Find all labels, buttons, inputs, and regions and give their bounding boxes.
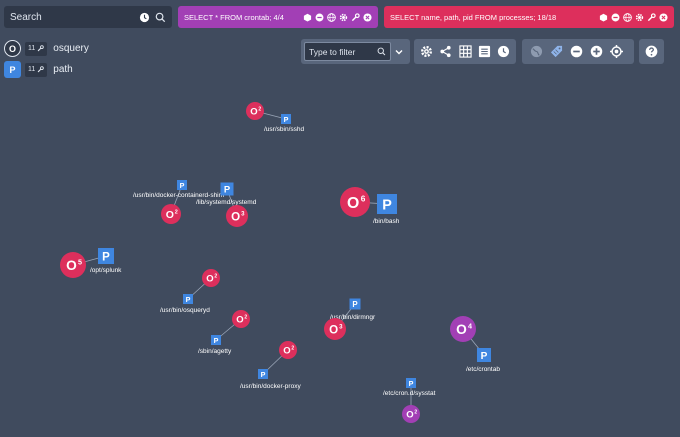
node-count: 6	[361, 193, 366, 203]
node-label: /etc/crontab	[466, 366, 500, 373]
osquery-node[interactable]: O2	[279, 341, 297, 359]
node-letter: P	[382, 198, 392, 214]
node-count: 2	[244, 315, 247, 321]
node-letter: P	[102, 251, 110, 263]
osquery-node[interactable]: O3	[324, 318, 346, 340]
node-letter: P	[261, 370, 266, 379]
node-letter: P	[352, 300, 357, 309]
node-letter: O	[347, 195, 359, 212]
osquery-node[interactable]: O2	[402, 405, 420, 423]
path-node[interactable]: P/sbin/agetty	[198, 335, 232, 355]
path-node[interactable]: P/usr/bin/docker-proxy	[240, 369, 301, 390]
osquery-node[interactable]: O5	[60, 252, 86, 278]
node-letter: P	[214, 336, 219, 345]
node-letter: O	[329, 323, 338, 336]
node-letter: O	[66, 258, 77, 273]
node-letter: O	[236, 315, 243, 326]
node-count: 2	[414, 410, 417, 416]
node-label: /usr/bin/docker-containerd-shim	[133, 192, 224, 199]
node-label: /sbin/agetty	[198, 348, 232, 355]
osquery-node[interactable]: O2	[232, 310, 250, 328]
path-node[interactable]: P/opt/splunk	[90, 248, 122, 274]
node-letter: P	[180, 181, 185, 190]
node-letter: O	[166, 209, 174, 221]
node-letter: P	[409, 379, 414, 388]
node-label: /opt/splunk	[90, 267, 122, 274]
node-label: /lib/systemd/systemd	[196, 199, 257, 206]
osquery-node[interactable]: O6	[340, 187, 370, 217]
node-letter: O	[231, 210, 240, 223]
node-count: 2	[258, 107, 261, 113]
path-node[interactable]: P/usr/sbin/sshd	[264, 114, 304, 133]
node-label: /usr/bin/osqueryd	[160, 307, 210, 314]
node-letter: O	[250, 107, 257, 118]
osquery-node[interactable]: O2	[161, 204, 181, 224]
path-node[interactable]: P/etc/cron.d/sysstat	[383, 378, 436, 397]
osquery-node[interactable]: O4	[450, 316, 476, 342]
path-node[interactable]: P/usr/bin/docker-containerd-shim	[133, 180, 224, 199]
node-count: 2	[214, 274, 217, 280]
node-label: /etc/cron.d/sysstat	[383, 390, 436, 397]
node-letter: P	[224, 184, 230, 195]
node-letter: O	[283, 346, 290, 357]
path-node[interactable]: P/bin/bash	[373, 194, 400, 225]
osquery-node[interactable]: O2	[202, 269, 220, 287]
graph-canvas[interactable]: O 2P/usr/sbin/sshdP/usr/bin/docker-contai…	[0, 0, 680, 437]
node-letter: P	[186, 295, 191, 304]
node-letter: P	[481, 351, 488, 362]
node-letter: O	[406, 410, 413, 421]
node-count: 2	[291, 346, 294, 352]
osquery-node[interactable]: O2	[246, 102, 264, 120]
node-label: /usr/sbin/sshd	[264, 126, 304, 133]
node-letter: O	[206, 274, 213, 285]
node-letter: P	[284, 115, 289, 124]
path-node[interactable]: P/etc/crontab	[466, 348, 500, 373]
path-node[interactable]: P/usr/bin/osqueryd	[160, 294, 210, 314]
node-letter: O	[456, 322, 467, 337]
node-label: /bin/bash	[373, 218, 400, 225]
osquery-node[interactable]: O3	[226, 205, 248, 227]
node-count: 2	[175, 210, 178, 216]
node-count: 5	[78, 257, 82, 266]
node-count: 4	[468, 321, 472, 330]
node-label: /usr/bin/docker-proxy	[240, 383, 301, 390]
path-node[interactable]: P/usr/bin/dirmngr	[330, 298, 376, 322]
